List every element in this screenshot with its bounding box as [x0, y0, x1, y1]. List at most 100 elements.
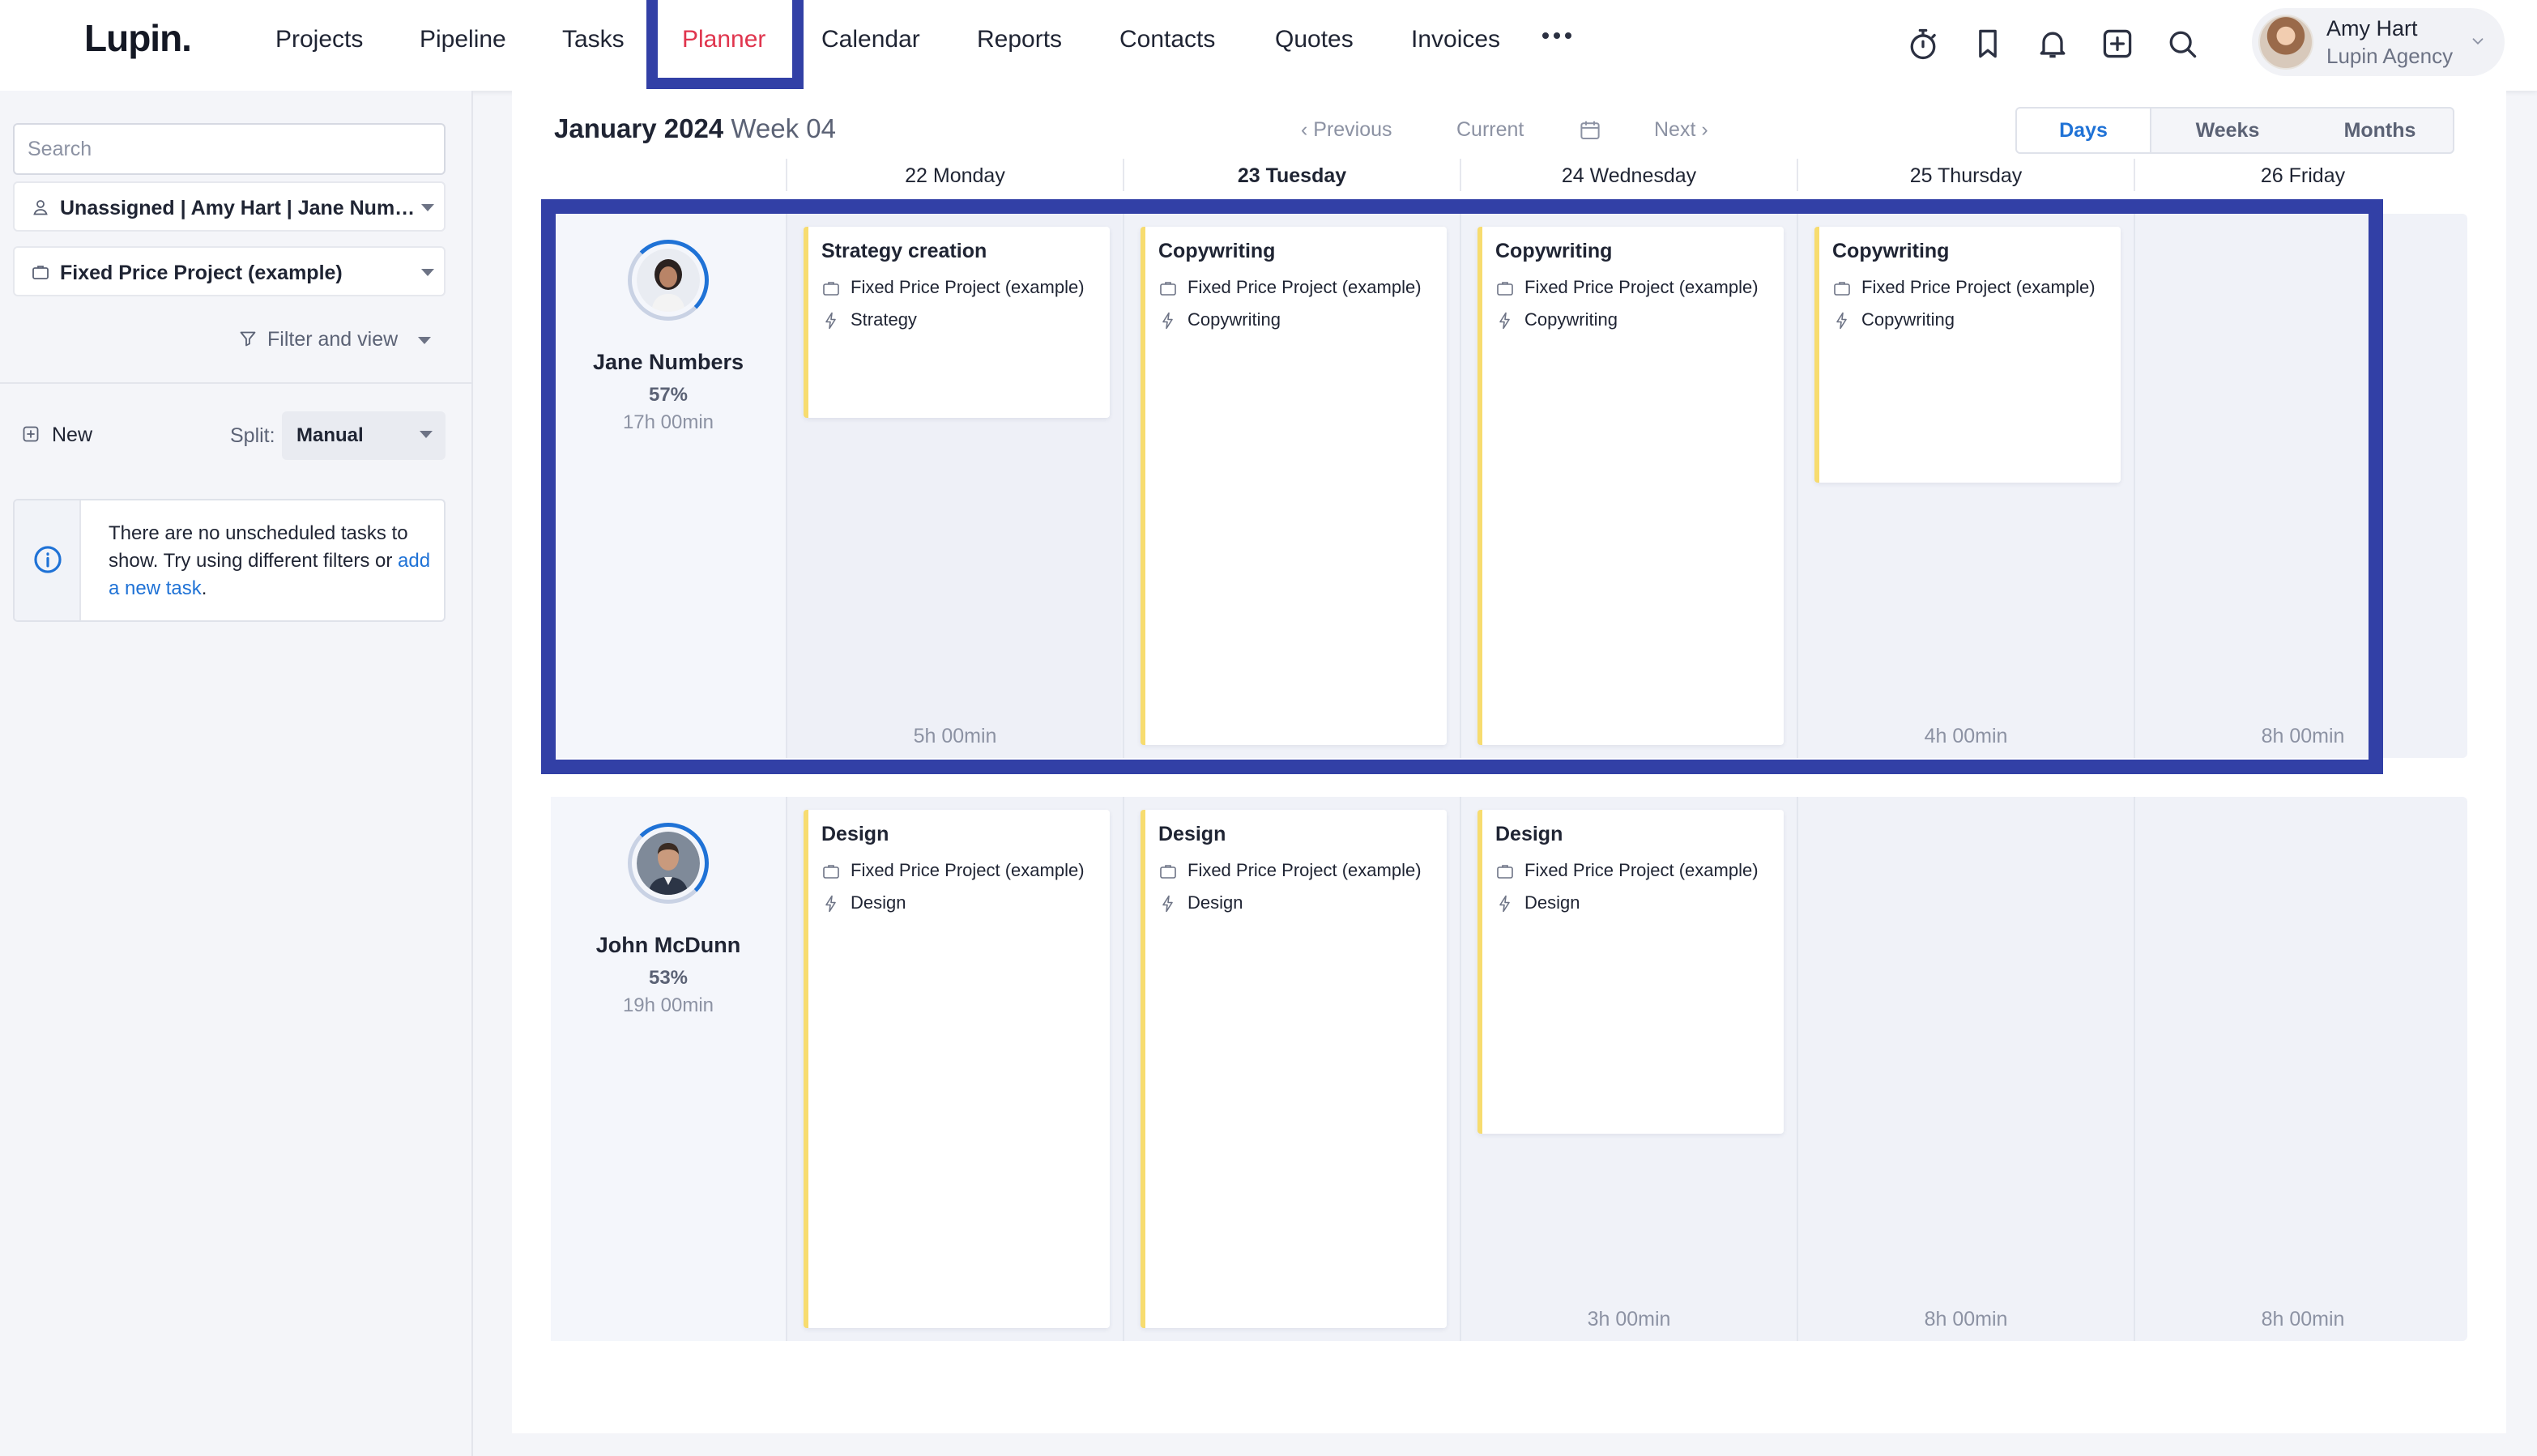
current-period-button[interactable]: Current — [1456, 118, 1524, 142]
notice-period: . — [201, 577, 207, 599]
nav-reports[interactable]: Reports — [977, 26, 1062, 53]
task-type-label: Copywriting — [1524, 309, 1618, 330]
task-title: Design — [1158, 823, 1226, 845]
briefcase-icon — [823, 282, 839, 296]
day-header-monday: 22 Monday — [905, 164, 1005, 187]
briefcase-icon — [1160, 282, 1176, 296]
task-project-label: Fixed Price Project (example) — [1524, 277, 1759, 297]
dropdown-caret-icon — [420, 431, 433, 438]
assignee-filter-select[interactable]: Unassigned | Amy Hart | Jane Numbers — [13, 181, 446, 232]
day-cell-monday[interactable]: Design Fixed Price Project (example) Des… — [786, 797, 1121, 1341]
nav-pipeline[interactable]: Pipeline — [420, 26, 506, 53]
user-avatar — [2258, 15, 2313, 70]
task-type-label: Design — [1524, 892, 1580, 913]
day-cell-tuesday[interactable]: Copywriting Fixed Price Project (example… — [1123, 214, 1458, 758]
bell-icon[interactable] — [2035, 26, 2070, 62]
task-type-label: Copywriting — [1861, 309, 1955, 330]
task-title: Design — [1495, 823, 1563, 845]
day-total-hours: 5h 00min — [913, 725, 997, 747]
person-workload-percent: 53% — [648, 967, 689, 989]
bookmark-icon[interactable] — [1970, 26, 2006, 62]
period-month: January 2024 — [554, 113, 724, 143]
day-cell-monday[interactable]: Strategy creation Fixed Price Project (e… — [786, 214, 1121, 758]
stopwatch-icon[interactable] — [1905, 26, 1941, 62]
more-menu-icon[interactable] — [1542, 32, 1571, 39]
calendar-picker-icon[interactable] — [1578, 118, 1602, 143]
day-cell-thursday[interactable]: Copywriting Fixed Price Project (example… — [1797, 214, 2132, 758]
nav-tasks[interactable]: Tasks — [562, 26, 625, 53]
task-card[interactable]: Design Fixed Price Project (example) Des… — [804, 810, 1110, 1328]
lightning-icon — [1162, 312, 1173, 330]
task-type-label: Design — [851, 892, 906, 913]
project-filter-label: Fixed Price Project (example) — [60, 262, 343, 284]
dropdown-caret-icon — [421, 269, 434, 276]
day-header-friday: 26 Friday — [2260, 164, 2346, 187]
day-cell-tuesday[interactable]: Design Fixed Price Project (example) Des… — [1123, 797, 1458, 1341]
planner-highlight-box — [646, 0, 804, 89]
user-organization: Lupin Agency — [2326, 44, 2454, 68]
avatar — [637, 832, 700, 895]
person-name[interactable]: John McDunn — [551, 933, 786, 958]
user-menu[interactable]: Amy Hart Lupin Agency — [2252, 8, 2505, 76]
person-cell: Jane Numbers 57% 17h 00min — [551, 214, 786, 758]
nav-contacts[interactable]: Contacts — [1119, 26, 1215, 53]
top-navigation-bar: Lupin. Projects Pipeline Tasks Planner C… — [0, 0, 2537, 91]
day-cell-friday[interactable]: 8h 00min — [2134, 214, 2469, 758]
task-card[interactable]: Strategy creation Fixed Price Project (e… — [804, 227, 1110, 418]
planner-board: January 2024 Week 04 ‹ Previous Current … — [512, 91, 2506, 1433]
view-months-button[interactable]: Months — [2305, 109, 2453, 152]
nav-calendar[interactable]: Calendar — [821, 26, 920, 53]
task-card[interactable]: Copywriting Fixed Price Project (example… — [1814, 227, 2121, 483]
user-icon — [33, 200, 48, 215]
lightning-icon — [1836, 312, 1847, 330]
task-project-label: Fixed Price Project (example) — [1187, 860, 1422, 880]
task-title: Copywriting — [1158, 240, 1276, 262]
nav-projects[interactable]: Projects — [275, 26, 363, 53]
briefcase-icon — [1160, 865, 1176, 879]
previous-period-button[interactable]: ‹ Previous — [1301, 118, 1392, 142]
filter-and-view-label: Filter and view — [267, 328, 399, 351]
funnel-icon — [240, 331, 256, 347]
app-logo[interactable]: Lupin. — [84, 16, 192, 60]
search-icon[interactable] — [2164, 26, 2200, 62]
day-cell-wednesday[interactable]: Copywriting Fixed Price Project (example… — [1460, 214, 1795, 758]
search-input[interactable] — [13, 123, 446, 175]
task-project-label: Fixed Price Project (example) — [851, 277, 1085, 297]
task-card[interactable]: Copywriting Fixed Price Project (example… — [1477, 227, 1784, 745]
plus-square-icon — [23, 426, 39, 442]
next-label: Next — [1654, 118, 1696, 141]
nav-invoices[interactable]: Invoices — [1411, 26, 1500, 53]
sidebar-divider — [0, 382, 471, 384]
task-card[interactable]: Design Fixed Price Project (example) Des… — [1141, 810, 1447, 1328]
split-mode-value: Manual — [296, 424, 364, 446]
next-period-button[interactable]: Next › — [1654, 118, 1708, 142]
day-cell-thursday[interactable]: 8h 00min — [1797, 797, 2132, 1341]
task-type-label: Copywriting — [1187, 309, 1281, 330]
task-title: Strategy creation — [821, 240, 987, 262]
project-filter-select[interactable]: Fixed Price Project (example) — [13, 246, 446, 296]
person-workload-percent: 57% — [648, 384, 689, 406]
planner-row-jane-numbers: Jane Numbers 57% 17h 00min Strategy crea… — [551, 214, 2467, 758]
briefcase-icon — [823, 865, 839, 879]
view-weeks-button[interactable]: Weeks — [2151, 109, 2304, 152]
split-mode-select[interactable]: Manual — [282, 411, 446, 460]
dropdown-caret-icon — [418, 337, 431, 344]
task-card[interactable]: Copywriting Fixed Price Project (example… — [1141, 227, 1447, 745]
planner-row-john-mcdunn: John McDunn 53% 19h 00min Design Fixed P… — [551, 797, 2467, 1341]
day-total-hours: 3h 00min — [1587, 1308, 1671, 1330]
task-title: Copywriting — [1495, 240, 1613, 262]
plus-square-icon[interactable] — [2100, 26, 2135, 62]
day-cell-friday[interactable]: 8h 00min — [2134, 797, 2469, 1341]
day-total-hours: 8h 00min — [1924, 1308, 2008, 1330]
task-card[interactable]: Design Fixed Price Project (example) Des… — [1477, 810, 1784, 1134]
day-total-hours: 4h 00min — [1924, 725, 2008, 747]
lightning-icon — [825, 895, 836, 913]
day-header-thursday: 25 Thursday — [1909, 164, 2023, 187]
period-title: January 2024 Week 04 — [554, 113, 836, 144]
task-type-label: Design — [1187, 892, 1243, 913]
person-name[interactable]: Jane Numbers — [551, 350, 786, 375]
view-days-button[interactable]: Days — [2017, 109, 2150, 152]
previous-label: Previous — [1313, 118, 1392, 141]
day-cell-wednesday[interactable]: Design Fixed Price Project (example) Des… — [1460, 797, 1795, 1341]
nav-quotes[interactable]: Quotes — [1275, 26, 1354, 53]
